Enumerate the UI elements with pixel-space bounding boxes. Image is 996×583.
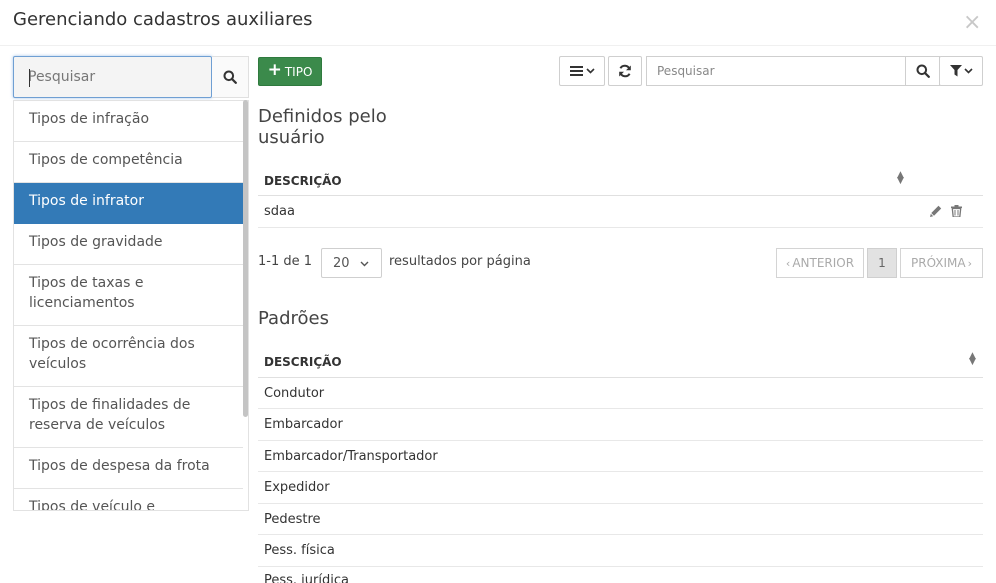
list-item[interactable]: Tipos de competência — [14, 142, 243, 183]
chevron-down-icon — [963, 68, 973, 74]
row-description: Expedidor — [264, 480, 330, 495]
list-item[interactable]: Tipos de veículo e — [14, 489, 243, 510]
refresh-button[interactable] — [608, 56, 642, 86]
column-header-description[interactable]: DESCRIÇÃO — [264, 355, 342, 369]
table-row[interactable]: Pess. física — [258, 535, 983, 567]
list-item[interactable]: Tipos de despesa da frota — [14, 448, 243, 489]
list-item[interactable]: Tipos de taxas e licenciamentos — [14, 265, 243, 326]
columns-menu-button[interactable] — [559, 56, 605, 86]
add-type-button[interactable]: + TIPO — [258, 57, 322, 86]
filter-icon — [949, 65, 962, 77]
row-description: Pedestre — [264, 512, 321, 527]
sidebar-search-input[interactable] — [14, 57, 208, 97]
defaults-table-header: DESCRIÇÃO ▲ ▼ — [258, 345, 983, 378]
row-description: Embarcador — [264, 417, 343, 432]
list-item[interactable]: Tipos de gravidade — [14, 224, 243, 265]
table-search-field[interactable] — [646, 56, 906, 86]
header-divider — [0, 45, 996, 46]
text-cursor — [29, 69, 30, 87]
edit-icon[interactable] — [930, 205, 942, 217]
column-header-description[interactable]: DESCRIÇÃO — [264, 174, 342, 188]
modal-title: Gerenciando cadastros auxiliares — [13, 9, 313, 30]
close-icon[interactable]: × — [963, 10, 981, 35]
sidebar-search-field[interactable] — [13, 56, 212, 98]
row-description: Condutor — [264, 386, 325, 401]
sort-icon[interactable]: ▲ ▼ — [969, 352, 976, 367]
plus-icon: + — [267, 60, 282, 80]
trash-icon[interactable] — [951, 205, 962, 217]
user-defined-table-header: DESCRIÇÃO ▲ ▼ — [258, 164, 983, 196]
list-item[interactable]: Tipos de infração — [14, 101, 243, 142]
row-description: sdaa — [264, 204, 295, 219]
table-row[interactable]: Pedestre — [258, 504, 983, 535]
chevron-left-icon: ‹ — [785, 256, 791, 270]
row-description: Pess. jurídica — [264, 573, 349, 583]
sort-icon[interactable]: ▲ ▼ — [897, 171, 904, 186]
chevron-down-icon — [585, 68, 595, 74]
pagination-range: 1-1 de 1 — [258, 254, 313, 269]
list-icon — [569, 66, 583, 76]
table-row[interactable]: Condutor — [258, 378, 983, 409]
row-description: Pess. física — [264, 543, 335, 558]
table-row[interactable]: Embarcador/Transportador — [258, 441, 983, 472]
search-icon — [916, 64, 930, 78]
table-search-input[interactable] — [647, 57, 897, 85]
per-page-label: resultados por página — [389, 254, 531, 269]
filter-button[interactable] — [939, 56, 983, 86]
row-description: Embarcador/Transportador — [264, 449, 438, 464]
previous-page-button[interactable]: ‹ ANTERIOR — [776, 248, 864, 278]
refresh-icon — [619, 64, 631, 78]
table-search-button[interactable] — [905, 56, 940, 86]
table-row[interactable]: Pess. jurídica — [258, 567, 983, 583]
next-page-button[interactable]: PRÓXIMA › — [900, 248, 983, 278]
list-item-active[interactable]: Tipos de infrator — [14, 183, 243, 224]
list-item[interactable]: Tipos de finalidades de reserva de veícu… — [14, 387, 243, 448]
table-row[interactable]: sdaa — [258, 196, 983, 228]
chevron-right-icon: › — [967, 256, 972, 270]
list-item[interactable]: Tipos de ocorrência dos veículos — [14, 326, 243, 387]
table-row[interactable]: Embarcador — [258, 409, 983, 441]
page-number-button[interactable]: 1 — [867, 248, 897, 278]
category-list[interactable]: Tipos de infração Tipos de competência T… — [13, 100, 249, 511]
section-title-defaults: Padrões — [258, 308, 329, 329]
list-scrollbar[interactable] — [243, 100, 248, 417]
sidebar-search-button[interactable] — [212, 56, 249, 98]
search-icon — [223, 70, 237, 84]
table-row[interactable]: Expedidor — [258, 472, 983, 504]
page-size-select[interactable]: 20 — [321, 248, 382, 278]
chevron-down-icon — [360, 261, 369, 267]
section-title-user-defined: Definidos pelo usuário — [258, 106, 387, 148]
